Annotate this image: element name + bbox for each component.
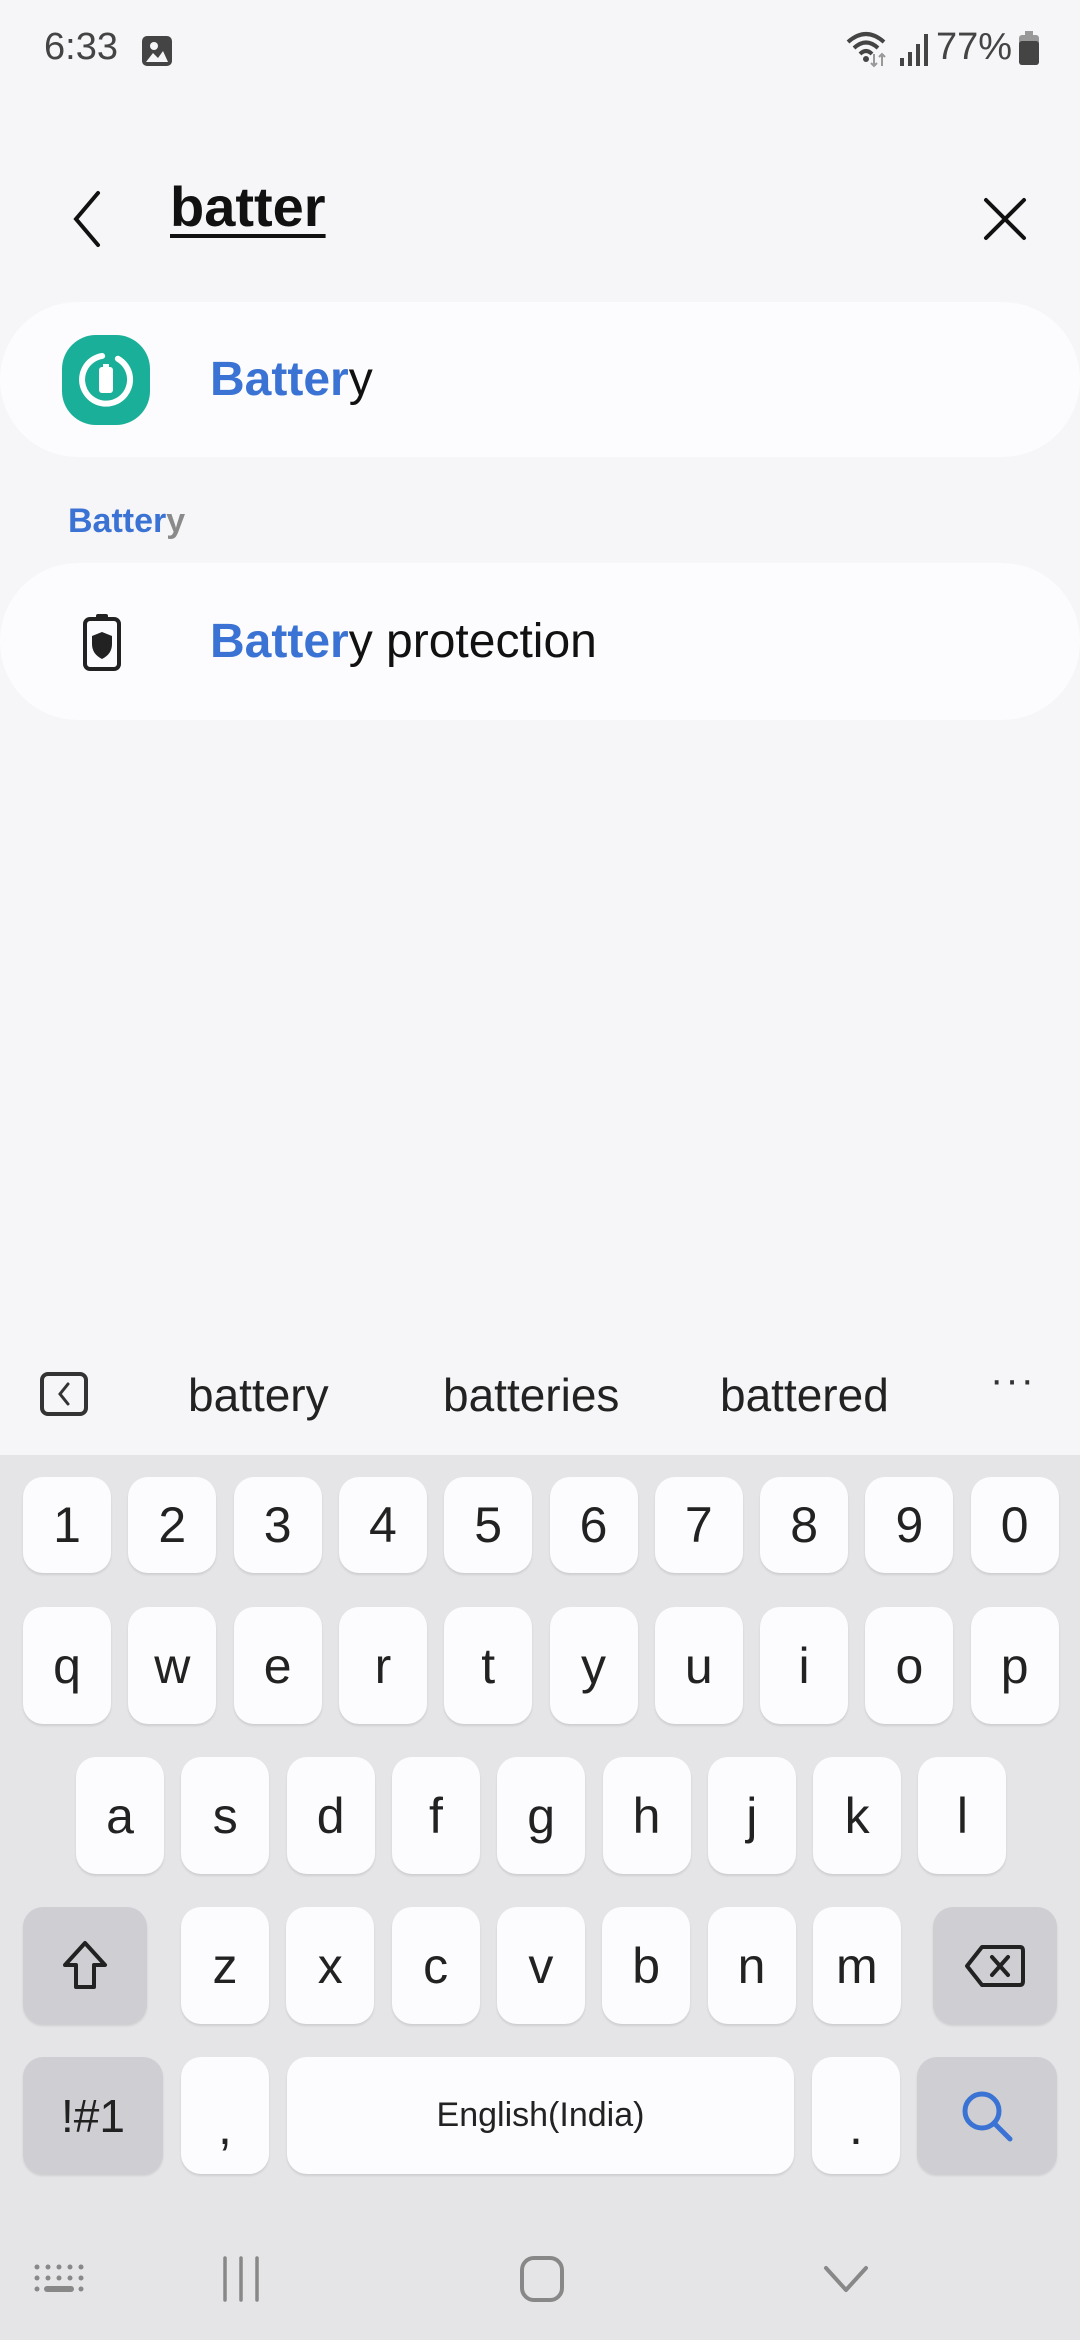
comma-key[interactable]: , <box>181 2057 269 2174</box>
letter-key-v[interactable]: v <box>496 1907 585 2024</box>
keyboard: !#1 , English(India) . 1234567890 qwertyu… <box>0 1455 1080 2340</box>
wifi-icon <box>846 31 886 67</box>
letter-key-l[interactable]: l <box>918 1757 1007 1874</box>
letter-key-o[interactable]: o <box>865 1607 954 1724</box>
letter-key-h[interactable]: h <box>602 1757 691 1874</box>
period-key[interactable]: . <box>812 2057 900 2174</box>
search-header: batter <box>0 160 1080 270</box>
close-icon <box>984 198 1026 240</box>
result-battery[interactable]: Battery <box>0 302 1080 457</box>
search-input[interactable]: batter <box>170 174 326 239</box>
letter-key-d[interactable]: d <box>286 1757 375 1874</box>
number-key-1[interactable]: 1 <box>23 1477 111 1573</box>
backspace-key[interactable] <box>933 1907 1057 2024</box>
letter-key-f[interactable]: f <box>391 1757 480 1874</box>
number-key-3[interactable]: 3 <box>233 1477 322 1573</box>
search-key[interactable] <box>917 2057 1057 2174</box>
result-battery-protection[interactable]: Battery protection <box>0 563 1080 720</box>
nav-back-button[interactable] <box>815 2248 877 2310</box>
letter-key-u[interactable]: u <box>654 1607 743 1724</box>
letter-key-x[interactable]: x <box>286 1907 375 2024</box>
battery-shield-icon <box>83 613 121 671</box>
number-key-4[interactable]: 4 <box>338 1477 427 1573</box>
number-key-8[interactable]: 8 <box>760 1477 849 1573</box>
suggestion-word[interactable]: battered <box>720 1368 889 1422</box>
letter-key-j[interactable]: j <box>707 1757 796 1874</box>
suggestion-bar: battery batteries battered ··· <box>0 1340 1080 1455</box>
recents-button[interactable] <box>210 2248 272 2310</box>
number-key-2[interactable]: 2 <box>128 1477 217 1573</box>
status-icons: 77% <box>844 26 1040 69</box>
letter-key-r[interactable]: r <box>338 1607 427 1724</box>
battery-app-icon <box>62 334 150 425</box>
letter-key-t[interactable]: t <box>444 1607 533 1724</box>
letter-key-e[interactable]: e <box>233 1607 322 1724</box>
battery-percent: 77% <box>935 26 1012 68</box>
letter-key-b[interactable]: b <box>602 1907 691 2024</box>
number-key-6[interactable]: 6 <box>549 1477 638 1573</box>
letter-key-c[interactable]: c <box>391 1907 480 2024</box>
letter-key-y[interactable]: y <box>549 1607 638 1724</box>
letter-key-i[interactable]: i <box>760 1607 849 1724</box>
backspace-icon <box>965 1944 1025 1987</box>
letter-key-s[interactable]: s <box>181 1757 270 1874</box>
section-title: Battery <box>68 502 186 540</box>
letter-key-p[interactable]: p <box>970 1607 1059 1724</box>
letter-key-m[interactable]: m <box>812 1907 901 2024</box>
shift-key[interactable] <box>23 1907 147 2024</box>
number-key-7[interactable]: 7 <box>654 1477 743 1573</box>
keyboard-toolbar-button[interactable] <box>40 1372 88 1416</box>
symbols-key[interactable]: !#1 <box>23 2057 163 2174</box>
number-key-0[interactable]: 0 <box>970 1477 1059 1573</box>
keyboard-hide-button[interactable] <box>30 2250 90 2310</box>
result-label: Battery protection <box>210 615 597 668</box>
battery-icon <box>1019 30 1039 65</box>
clear-button[interactable] <box>970 184 1040 254</box>
suggestion-word[interactable]: batteries <box>443 1368 619 1422</box>
number-key-9[interactable]: 9 <box>865 1477 954 1573</box>
search-icon <box>962 2091 1013 2141</box>
home-button[interactable] <box>510 2248 574 2310</box>
number-key-5[interactable]: 5 <box>444 1477 533 1573</box>
keyboard-hide-icon <box>34 2264 84 2292</box>
signal-icon <box>899 33 928 66</box>
letter-key-n[interactable]: n <box>707 1907 796 2024</box>
letter-key-z[interactable]: z <box>181 1907 269 2024</box>
letter-key-w[interactable]: w <box>128 1607 217 1724</box>
status-time: 6:33 <box>44 26 118 68</box>
shift-icon <box>63 1940 107 1989</box>
more-horizontal-icon[interactable]: ··· <box>990 1358 1036 1403</box>
gallery-icon <box>142 36 172 66</box>
back-button[interactable] <box>56 184 116 254</box>
navigation-bar <box>0 2230 1080 2340</box>
letter-key-a[interactable]: a <box>76 1757 164 1874</box>
status-bar: 6:33 77% <box>0 0 1080 100</box>
letter-key-k[interactable]: k <box>813 1757 902 1874</box>
letter-key-g[interactable]: g <box>497 1757 586 1874</box>
nav-down-icon <box>824 2266 868 2292</box>
suggestion-word[interactable]: battery <box>188 1368 329 1422</box>
space-key[interactable]: English(India) <box>287 2057 794 2174</box>
home-icon <box>520 2256 564 2302</box>
keyboard-toolbar-back-icon <box>58 1382 70 1406</box>
letter-key-q[interactable]: q <box>23 1607 111 1724</box>
recents-icon <box>223 2256 259 2302</box>
result-label: Battery <box>210 353 373 406</box>
chevron-left-icon <box>73 191 100 247</box>
